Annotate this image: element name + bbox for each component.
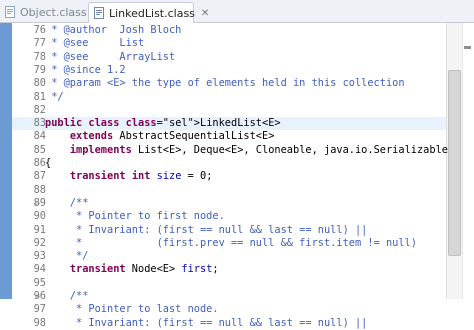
code-line[interactable]: 86{ [12,157,446,170]
code-line[interactable]: 98 * Invariant: (first == null && last =… [12,317,446,330]
line-number: 77 [33,37,46,50]
tab-linkedlist-class[interactable]: LinkedList.class ✕ [88,2,209,24]
code-text: transient int size = 0; [69,170,213,183]
code-text: /** [45,290,89,302]
code-line[interactable]: 91 * Invariant: (first == null && last =… [12,224,446,237]
code-line[interactable]: 83 public class class="sel">LinkedList<E> [12,117,446,131]
code-line[interactable]: 84 extends AbstractSequentialList<E> [12,130,446,143]
line-number: 92 [33,236,46,249]
line-number: 93 [33,250,46,263]
line-number: 87 [33,170,46,183]
line-number: 98 [33,316,46,329]
line-number: 96 [33,290,46,302]
code-line[interactable]: 81 */ [12,91,446,104]
code-text: * Pointer to first node. [45,210,225,223]
line-number: 95 [33,276,46,289]
close-icon[interactable]: ✕ [201,8,209,19]
line-number: 91 [33,223,46,236]
tab-object-class-label: Object.class [20,5,87,19]
editor-left-ruler [0,23,12,299]
code-text: * @see ArrayList [45,50,176,63]
code-line[interactable]: 92 * (first.prev == null && first.item !… [12,237,446,250]
line-number: 78 [33,50,46,63]
code-text: /** [45,196,89,209]
fold-toggle-icon[interactable]: ⊖ [35,197,40,210]
line-number: 76 [33,24,46,36]
code-line[interactable]: 87 transient int size = 0; [12,170,446,183]
code-text: extends AbstractSequentialList<E> [69,130,275,143]
code-line[interactable]: 90 * Pointer to first node. [12,210,446,223]
code-text: * Pointer to last node. [45,303,219,316]
line-number: 94 [33,263,46,276]
code-line[interactable]: 95 [12,277,446,290]
line-number: 80 [33,77,46,90]
code-text: * @see List [45,37,145,50]
line-number: 82 [33,103,46,116]
code-text: */ [45,90,64,103]
tab-object-class[interactable]: Object.class [0,2,87,22]
code-line[interactable]: 78 * @see ArrayList [12,51,446,64]
code-text: * @author Josh Bloch [45,24,182,36]
line-number: 79 [33,63,46,76]
code-line[interactable]: 97 * Pointer to last node. [12,303,446,316]
code-line[interactable]: 80 * @param <E> the type of elements hel… [12,77,446,90]
line-number: 86 [33,157,46,169]
line-number: 84 [33,130,46,143]
code-text: * (first.prev == null && first.item != n… [45,236,417,249]
code-text: * @param <E> the type of elements held i… [45,77,405,90]
code-text: * Invariant: (first == null && last == n… [45,223,368,236]
code-text: implements List<E>, Deque<E>, Cloneable,… [69,143,448,156]
code-line[interactable]: 93 */ [12,250,446,263]
fold-toggle-icon[interactable]: ⊖ [35,290,40,303]
line-number: 90 [33,210,46,223]
scrollbar-thumb[interactable] [448,70,461,256]
code-line[interactable]: 77 * @see List [12,37,446,50]
code-text: transient Node<E> first; [69,263,219,276]
line-number: 85 [33,143,46,156]
editor-tab-bar: Object.class LinkedList.class ✕ [0,0,474,24]
code-text: */ [45,250,89,263]
overview-marker[interactable] [464,46,471,49]
tab-linkedlist-class-label: LinkedList.class [109,6,195,20]
code-text: * @since 1.2 [45,63,126,76]
line-number: 81 [33,90,46,103]
code-text: { [45,157,52,169]
line-number: 88 [33,183,46,196]
code-line[interactable]: 76 * @author Josh Bloch [12,24,446,37]
code-line[interactable]: 79 * @since 1.2 [12,64,446,77]
class-file-icon [93,7,105,19]
code-line[interactable]: 82 [12,104,446,117]
overview-ruler [462,23,474,299]
code-line[interactable]: 96 ⊖ /** [12,290,446,303]
code-line[interactable]: 85 implements List<E>, Deque<E>, Cloneab… [12,143,448,157]
code-line[interactable]: 88 [12,184,446,197]
line-number: 97 [33,303,46,316]
line-number: 89 [33,196,46,209]
line-number: 83 [33,117,46,130]
code-line[interactable]: 94 transient Node<E> first; [12,263,446,276]
code-text: * Invariant: (first == null && last == n… [45,316,368,329]
class-file-icon [4,6,16,18]
code-text: public class class="sel">LinkedList<E> [45,117,281,130]
code-line[interactable]: 89 ⊖ /** [12,197,446,210]
